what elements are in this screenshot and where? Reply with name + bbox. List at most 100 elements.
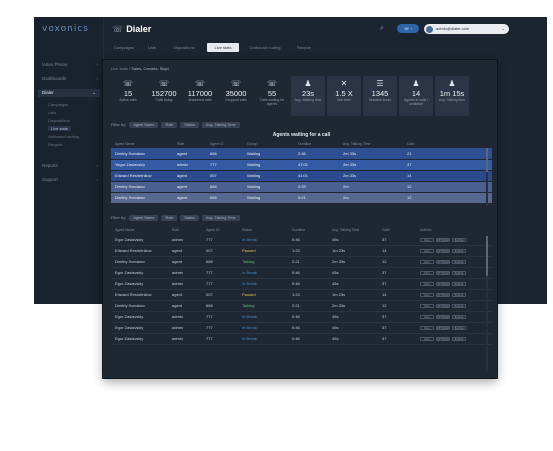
action-button-barge[interactable]: BARGE — [452, 260, 466, 264]
agents-scrollbar[interactable] — [486, 236, 488, 372]
table-row[interactable]: Dmitriy Svedalov agent 666 Talking 2:21 2m 33… — [111, 300, 492, 312]
table-row[interactable]: Dmitriy Svedalov agent 666 Waiting 0:21 2m 12 — [111, 192, 492, 204]
filter-chip-role[interactable]: Role — [161, 121, 178, 128]
action-button-barge[interactable]: BARGE — [452, 315, 466, 319]
sidebar-item-reports[interactable]: Reports › — [42, 163, 98, 168]
stat-agents-in-calls[interactable]: ♟ 14 Agents in calls / available — [399, 76, 433, 116]
scroll-thumb[interactable] — [486, 236, 488, 276]
action-button-whisper[interactable]: WHISPER — [436, 282, 450, 286]
action-button-whisper[interactable]: WHISPER — [436, 260, 450, 264]
sidebar-sub-campaigns[interactable]: Campaigns — [48, 102, 68, 107]
table-row[interactable]: Egor Zaslavskiy admin 777 In Break 0:46 45s 37… — [111, 234, 492, 246]
table-row[interactable]: Dmitriy Svedalov agent 666 Talking 2:21 2m 33… — [111, 256, 492, 268]
action-button-call[interactable]: CALL — [420, 249, 434, 253]
action-button-call[interactable]: CALL — [420, 260, 434, 264]
col-header[interactable]: Calls — [403, 140, 492, 148]
table-row[interactable]: Egor Zaslavskiy admin 777 In Break 0:46 45s 37… — [111, 322, 492, 334]
col-header[interactable]: Role — [173, 140, 206, 148]
filter-chip-avg-talking-time[interactable]: Avg. Talking Time — [202, 214, 240, 221]
action-button-barge[interactable]: BARGE — [452, 304, 466, 308]
waiting-scrollbar[interactable] — [486, 148, 488, 206]
col-header[interactable]: Duration — [288, 226, 328, 234]
table-row[interactable]: Edward Reshetnikov agent 007 Paused 1:23 1m 2… — [111, 289, 492, 301]
tab-lists[interactable]: Lists — [142, 43, 162, 52]
tab-outbound-routing[interactable]: Outbound routing — [242, 43, 288, 52]
stat-dialable-leads[interactable]: ☰ 1345 Dialable leads — [363, 76, 397, 116]
action-button-whisper[interactable]: WHISPER — [436, 271, 450, 275]
tab-campaigns[interactable]: Campaigns — [108, 43, 140, 52]
filter-chip-agent-name[interactable]: Agent Name — [129, 121, 159, 128]
col-header[interactable]: Avg. Talking Time — [328, 226, 378, 234]
action-button-call[interactable]: CALL — [420, 326, 434, 330]
tab-dispositions[interactable]: Dispositions — [166, 43, 202, 52]
table-cell: admin — [168, 322, 202, 334]
table-row[interactable]: Egor Zaslavskiy admin 777 In Break 0:46 45s 37… — [111, 267, 492, 279]
table-row[interactable]: Egor Zaslavskiy admin 777 In Break 0:46 45s 37… — [111, 278, 492, 290]
chevron-right-icon: › — [96, 163, 99, 168]
sidebar-item-dashboards[interactable]: Dashboards › — [42, 76, 98, 81]
sidebar-sub-recycle[interactable]: Recycle — [48, 142, 62, 147]
sidebar-sub-dispositions[interactable]: Dispositions — [48, 118, 70, 123]
action-button-barge[interactable]: BARGE — [452, 337, 466, 341]
col-header[interactable]: Agent Name — [111, 140, 173, 148]
action-button-call[interactable]: CALL — [420, 271, 434, 275]
sidebar-sub-lists[interactable]: Lists — [48, 110, 56, 115]
filter-chip-role[interactable]: Role — [161, 214, 178, 221]
action-button-barge[interactable]: BARGE — [452, 293, 466, 297]
action-button-whisper[interactable]: WHISPER — [436, 249, 450, 253]
account-menu[interactable]: admin@dialer.com ⌄ — [424, 24, 509, 34]
tab-recycle[interactable]: Recycle — [290, 43, 318, 52]
table-row[interactable]: Dmitriy Svedalov agent 666 Waiting 0:33 2m 12 — [111, 181, 492, 193]
filter-chip-avg-talking-time[interactable]: Avg. Talking Time — [202, 121, 240, 128]
col-header[interactable]: Agent Name — [111, 226, 168, 234]
col-header[interactable]: Duration — [294, 140, 339, 148]
action-button-barge[interactable]: BARGE — [452, 326, 466, 330]
action-button-call[interactable]: CALL — [420, 337, 434, 341]
table-row[interactable]: Dmitriy Svedalov agent 666 Waiting 2:46 2m 33… — [111, 148, 492, 160]
stat-dial-level[interactable]: ✕ 1.5 X Dial level — [327, 76, 361, 116]
action-button-whisper[interactable]: WHISPER — [436, 304, 450, 308]
action-button-whisper[interactable]: WHISPER — [436, 326, 450, 330]
col-header[interactable]: Agent ID — [202, 226, 238, 234]
col-header[interactable]: Status — [238, 226, 288, 234]
action-button-call[interactable]: CALL — [420, 293, 434, 297]
col-header[interactable]: Avg. Talking Time — [339, 140, 403, 148]
status-badge: In Break — [238, 278, 288, 290]
search-icon[interactable]: ⌕ — [380, 25, 388, 33]
col-header[interactable]: Calls — [378, 226, 416, 234]
table-row[interactable]: Yegor Zaslavskiy admin 777 Waiting 47:01 2m 3… — [111, 159, 492, 171]
filter-chip-status[interactable]: Status — [180, 121, 200, 128]
action-button-call[interactable]: CALL — [420, 237, 434, 242]
table-row[interactable]: Egor Zaslavskiy admin 777 In Break 0:46 45s 37… — [111, 311, 492, 323]
action-button-whisper[interactable]: WHISPER — [436, 337, 450, 341]
col-header[interactable]: Agent ID — [206, 140, 243, 148]
notifications-button[interactable]: ☏ ◦ — [397, 24, 419, 33]
sidebar-sub-outbound-routing[interactable]: Outbound routing — [48, 134, 79, 139]
sidebar-item-dialer[interactable]: Dialer ⌄ — [38, 89, 100, 97]
action-button-barge[interactable]: BARGE — [452, 237, 466, 242]
stat-avg-waiting-time[interactable]: ♟ 23s Avg. Waiting time — [291, 76, 325, 116]
sidebar-item-support[interactable]: Support › — [42, 177, 98, 182]
action-button-barge[interactable]: BARGE — [452, 271, 466, 275]
col-header[interactable]: Role — [168, 226, 202, 234]
sidebar-sub-live-stats[interactable]: Live stats — [48, 126, 71, 131]
filter-chip-agent-name[interactable]: Agent Name — [129, 214, 159, 221]
scroll-thumb[interactable] — [486, 148, 488, 172]
action-button-whisper[interactable]: WHISPER — [436, 315, 450, 319]
action-button-barge[interactable]: BARGE — [452, 249, 466, 253]
table-row[interactable]: Egor Zaslavskiy admin 777 In Break 0:46 45s 37… — [111, 333, 492, 345]
action-button-call[interactable]: CALL — [420, 304, 434, 308]
filter-chip-status[interactable]: Status — [180, 214, 200, 221]
action-button-barge[interactable]: BARGE — [452, 282, 466, 286]
table-row[interactable]: Edward Reshetnikov agent 007 Waiting 41:01 2m… — [111, 170, 492, 182]
action-button-whisper[interactable]: WHISPER — [436, 237, 450, 242]
action-button-whisper[interactable]: WHISPER — [436, 293, 450, 297]
table-row[interactable]: Edward Reshetnikov agent 007 Paused 1:23 1m 2… — [111, 245, 492, 257]
col-header[interactable]: Actions — [416, 226, 492, 234]
stat-avg-talking-time[interactable]: ♟ 1m 15s Avg. Talking time — [435, 76, 469, 116]
action-button-call[interactable]: CALL — [420, 282, 434, 286]
sidebar-item-votes-phone[interactable]: Votes Phone › — [42, 62, 98, 67]
tab-live-stats[interactable]: Live stats — [207, 43, 239, 52]
col-header[interactable]: Group — [243, 140, 294, 148]
action-button-call[interactable]: CALL — [420, 315, 434, 319]
